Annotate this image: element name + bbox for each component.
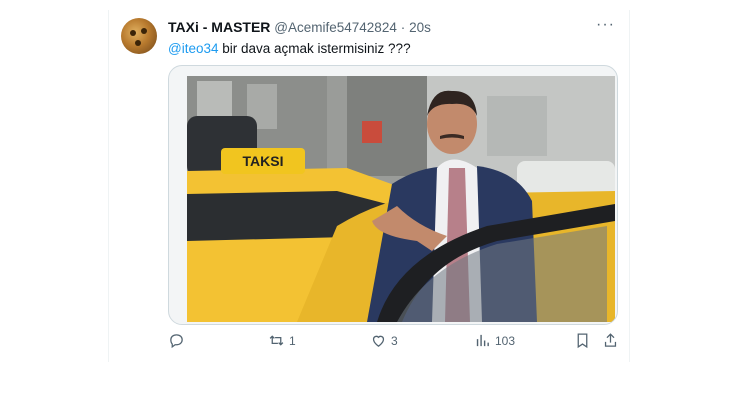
bar-chart-icon [476, 334, 489, 347]
mention-link[interactable]: @iteo34 [168, 41, 219, 56]
retweet-button[interactable]: 1 [268, 332, 296, 349]
taxi-photo: TAKSI [187, 76, 615, 322]
timestamp[interactable]: 20s [409, 20, 431, 35]
separator-dot: · [400, 20, 406, 35]
tweet-card[interactable]: TAXi - MASTER @Acemife54742824 · 20s ···… [108, 10, 630, 362]
taxi-sign-text: TAKSI [243, 153, 284, 169]
like-button[interactable]: 3 [370, 332, 398, 349]
share-icon [604, 333, 617, 347]
bookmark-icon [577, 333, 588, 349]
tweet-header: TAXi - MASTER @Acemife54742824 · 20s [168, 19, 431, 35]
views-count: 103 [495, 333, 516, 348]
reply-button[interactable] [168, 332, 185, 349]
tweet-text: @iteo34 bir dava açmak istermisiniz ??? [168, 41, 411, 56]
bookmark-button[interactable] [574, 332, 591, 349]
more-options-button[interactable]: ··· [596, 16, 615, 34]
tweet-actions: 1 3 103 [168, 332, 619, 354]
display-name[interactable]: TAXi - MASTER [168, 19, 270, 35]
retweet-icon [269, 335, 284, 346]
reply-icon [170, 334, 183, 349]
avatar-detail [130, 30, 136, 36]
tweet-body: bir dava açmak istermisiniz ??? [218, 41, 411, 56]
share-button[interactable] [602, 332, 619, 349]
like-count: 3 [391, 333, 398, 348]
avatar-detail [135, 40, 141, 46]
avatar[interactable] [121, 18, 157, 54]
retweet-count: 1 [289, 333, 296, 348]
tweet-media[interactable]: TAKSI [168, 65, 618, 325]
user-handle[interactable]: @Acemife54742824 [274, 20, 397, 35]
heart-icon [372, 335, 385, 347]
avatar-detail [141, 28, 147, 34]
views-button[interactable]: 103 [474, 332, 515, 349]
